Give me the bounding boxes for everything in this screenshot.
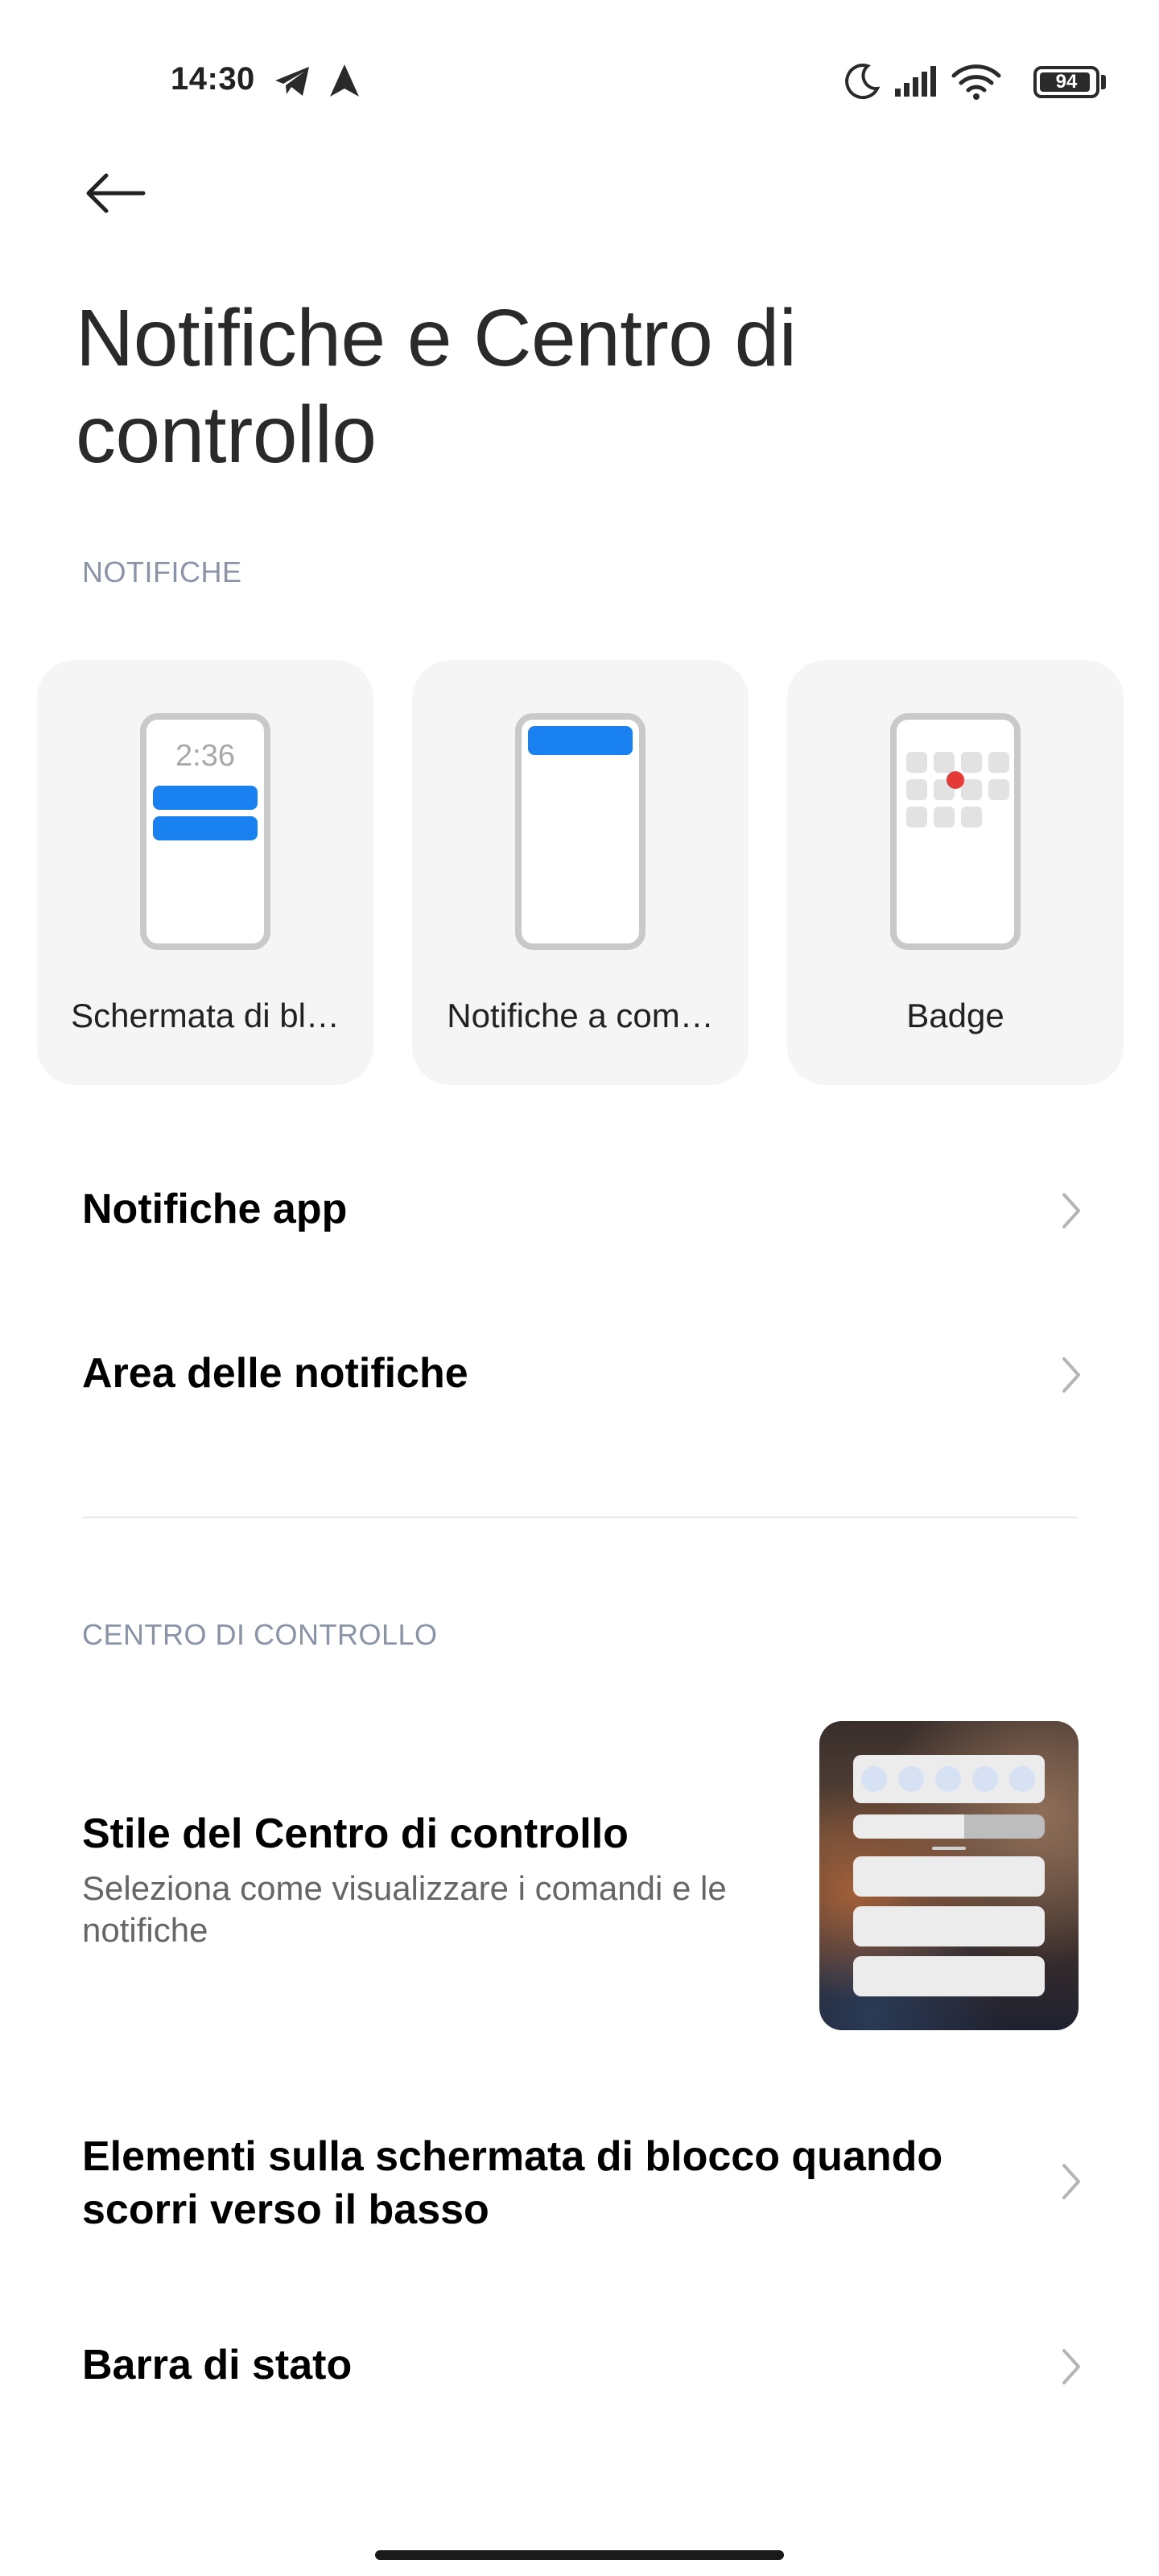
row-label: Notifiche app — [82, 1186, 348, 1232]
preview-toggle — [972, 1766, 998, 1792]
preview-toggle — [898, 1766, 924, 1792]
preview-toggles-panel — [853, 1755, 1045, 1803]
preview-handle — [932, 1847, 966, 1850]
row-label: Area delle notifiche — [82, 1350, 468, 1397]
home-indicator[interactable] — [375, 2550, 784, 2560]
battery-indicator: 94 — [1033, 66, 1099, 98]
card-lock-screen[interactable]: 2:36 Schermata di bl… — [37, 660, 373, 1085]
back-arrow-icon — [86, 173, 146, 213]
preview-brightness-slider — [853, 1814, 1045, 1839]
lock-screen-preview-time: 2:36 — [175, 739, 235, 773]
preview-notification-card — [853, 1906, 1045, 1946]
card-badge[interactable]: Badge — [787, 660, 1124, 1085]
chevron-right-icon — [1062, 2164, 1080, 2199]
floating-notification-phone-illustration — [515, 713, 645, 950]
status-time: 14:30 — [171, 61, 255, 97]
notification-bar — [153, 786, 258, 810]
control-center-style-preview — [819, 1721, 1079, 2030]
app-icon-placeholder — [906, 752, 927, 773]
row-app-notifications[interactable]: Notifiche app — [0, 1130, 1159, 1291]
page-title: Notifiche e Centro di controllo — [76, 293, 797, 480]
app-icon-placeholder — [934, 752, 955, 773]
section-header-control-center: CENTRO DI CONTROLLO — [82, 1618, 438, 1651]
section-header-notifications: NOTIFICHE — [82, 555, 242, 588]
preview-toggle — [935, 1766, 961, 1792]
app-icon-placeholder — [961, 752, 982, 773]
card-label: Notifiche a com… — [447, 997, 714, 1034]
app-icon-placeholder — [961, 779, 982, 800]
preview-toggle — [1009, 1766, 1035, 1792]
row-label: Elementi sulla schermata di blocco quand… — [82, 2133, 943, 2233]
row-lock-screen-pulldown-items[interactable]: Elementi sulla schermata di blocco quand… — [0, 2093, 1159, 2270]
back-button[interactable] — [77, 161, 150, 225]
app-icon-placeholder — [934, 807, 955, 828]
preview-notification-card — [853, 1856, 1045, 1897]
row-subtitle: Seleziona come visualizzare i comandi e … — [82, 1869, 727, 1949]
telegram-icon — [275, 67, 309, 96]
card-label: Badge — [906, 997, 1004, 1034]
badge-phone-illustration — [890, 713, 1021, 950]
card-floating-notifications[interactable]: Notifiche a com… — [412, 660, 749, 1085]
preview-notification-card — [853, 1956, 1045, 1996]
row-status-bar[interactable]: Barra di stato — [0, 2286, 1159, 2447]
chevron-right-icon — [1062, 2349, 1080, 2384]
app-icon-placeholder — [988, 779, 1009, 800]
chevron-right-icon — [1062, 1357, 1080, 1393]
app-icon-placeholder — [906, 807, 927, 828]
card-label: Schermata di bl… — [71, 997, 340, 1034]
section-divider — [82, 1517, 1077, 1518]
row-label: Barra di stato — [82, 2342, 353, 2388]
signal-icon — [895, 66, 936, 97]
row-title: Stile del Centro di controllo — [82, 1810, 629, 1857]
app-icon-placeholder — [988, 752, 1009, 773]
badge-dot — [947, 771, 964, 789]
wifi-icon — [951, 64, 1001, 100]
preview-toggle — [861, 1766, 887, 1792]
navigation-arrow-icon — [330, 64, 359, 97]
do-not-disturb-moon-icon — [845, 64, 881, 100]
lock-screen-phone-illustration: 2:36 — [140, 713, 270, 950]
notification-bar — [528, 726, 633, 755]
chevron-right-icon — [1062, 1193, 1080, 1228]
app-icon-placeholder — [906, 779, 927, 800]
app-icon-placeholder — [961, 807, 982, 828]
row-notification-area[interactable]: Area delle notifiche — [0, 1294, 1159, 1455]
notification-bar — [153, 816, 258, 840]
battery-level: 94 — [1055, 71, 1078, 93]
battery-nub — [1101, 75, 1106, 89]
